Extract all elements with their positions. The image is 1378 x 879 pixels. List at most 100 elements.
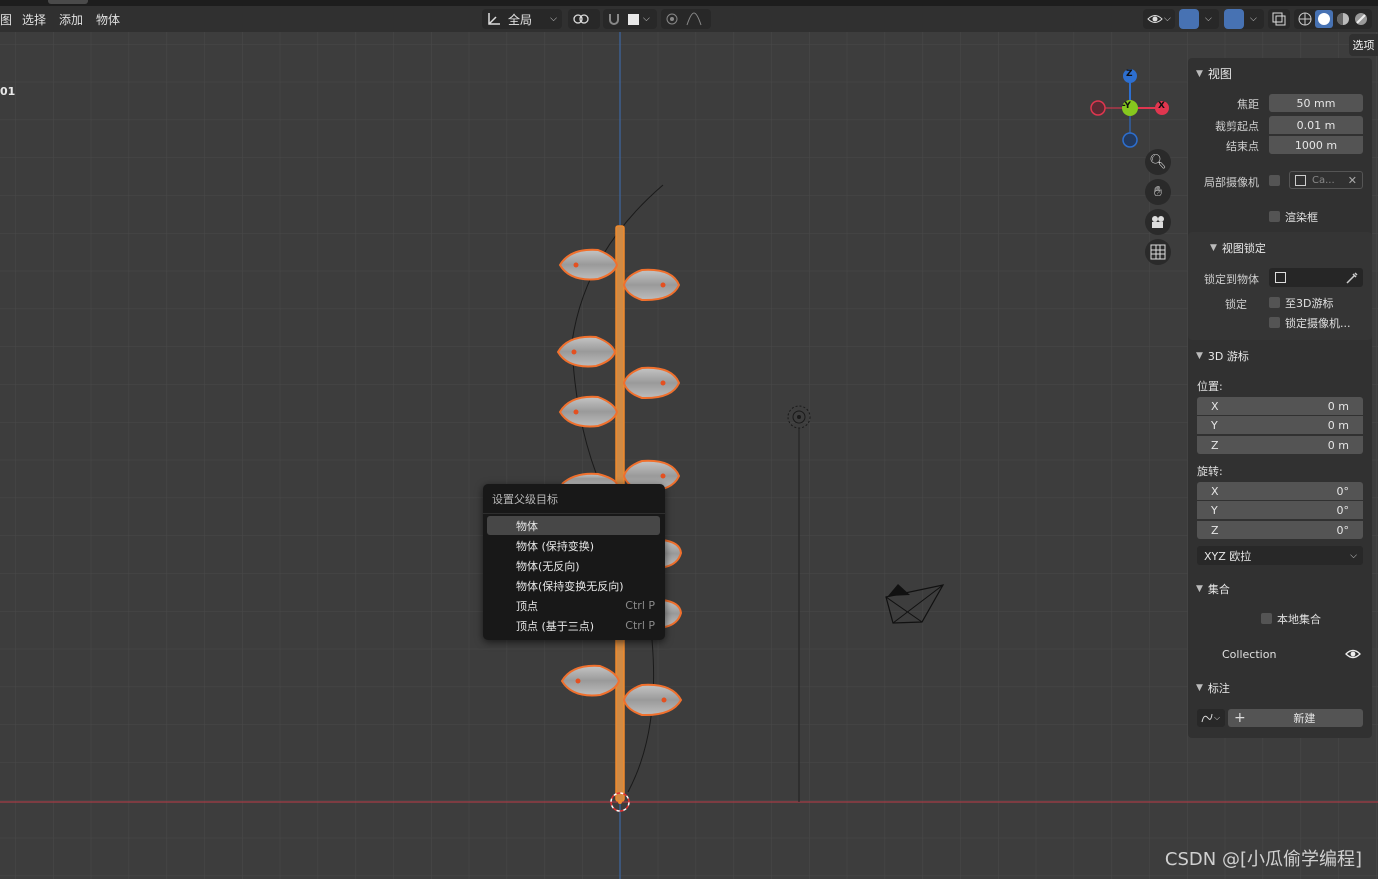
axis-value: 0 m (1327, 418, 1349, 432)
camera-icon (1152, 216, 1164, 228)
solid-shading-icon[interactable] (1315, 10, 1333, 28)
cursor-rotation-x[interactable]: X 0° (1197, 482, 1363, 500)
menu-add[interactable]: 添加 (59, 11, 83, 28)
gizmo-x-label: X (1158, 101, 1165, 111)
pivot-icon (573, 14, 589, 24)
menu-item-object-no-inverse[interactable]: 物体(无反向) (487, 556, 660, 575)
axis-label: Y (1211, 418, 1218, 432)
rendered-shading-icon[interactable] (1353, 11, 1369, 27)
cursor-location-y[interactable]: Y 0 m (1197, 416, 1363, 434)
lock-label: 锁定 (1225, 298, 1247, 311)
menu-item-label: 物体 (保持变换) (516, 539, 595, 553)
panel-annotation-header[interactable]: ▼ 标注 (1196, 680, 1230, 696)
panel-view-lock-header[interactable]: ▼ 视图锁定 (1210, 240, 1266, 256)
material-shading-icon[interactable] (1335, 11, 1351, 27)
menu-item-vertex[interactable]: 顶点 Ctrl P (487, 596, 660, 615)
cursor-rotation-y[interactable]: Y 0° (1197, 501, 1363, 519)
menu-item-object[interactable]: 物体 (487, 516, 660, 535)
viewport-header: 图 选择 添加 物体 全局 ⌵ ⌵ ⌵ ⌵ ⌵ (0, 6, 1378, 32)
transform-orientation-dropdown[interactable]: 全局 ⌵ (482, 9, 562, 29)
gizmo-toggle[interactable]: ⌵ (1179, 9, 1219, 29)
shading-mode-group[interactable] (1294, 9, 1372, 29)
menu-item-object-keep-transform[interactable]: 物体 (保持变换) (487, 536, 660, 555)
xray-toggle[interactable] (1268, 9, 1290, 29)
falloff-curve-icon (686, 12, 702, 26)
snap-target-icon (628, 13, 639, 25)
focal-length-label: 焦距 (1237, 98, 1259, 111)
menu-item-object-keep-transform-no-inverse[interactable]: 物体(保持变换无反向) (487, 576, 660, 595)
menu-item-shortcut: Ctrl P (625, 599, 655, 612)
zoom-icon: 🔍︎ (1149, 154, 1167, 170)
panel-3d-cursor-title: 3D 游标 (1207, 350, 1249, 363)
axis-value: 0 m (1327, 438, 1349, 452)
cursor-location-x[interactable]: X 0 m (1197, 397, 1363, 415)
leaf-right[interactable] (622, 268, 681, 302)
menu-object[interactable]: 物体 (96, 11, 120, 28)
grid-floor (0, 32, 1378, 879)
panel-3d-cursor-header[interactable]: ▼ 3D 游标 (1196, 348, 1249, 364)
ortho-toggle-button[interactable] (1145, 239, 1171, 265)
rotation-mode-dropdown[interactable]: XYZ 欧拉 ⌵ (1197, 546, 1363, 565)
render-region-checkbox[interactable] (1269, 211, 1280, 222)
panel-annotation-title: 标注 (1207, 682, 1230, 695)
overlay-toggle[interactable]: ⌵ (1224, 9, 1264, 29)
menu-select[interactable]: 选择 (22, 11, 46, 28)
sidebar-panel: ▼ 视图 焦距 50 mm 裁剪起点 0.01 m 结束点 1000 m 局部摄像… (1188, 58, 1372, 738)
hand-icon: ✋︎ (1154, 184, 1162, 200)
overlay-icon (1224, 9, 1244, 29)
menu-item-label: 物体 (516, 519, 538, 533)
eyedropper-icon[interactable] (1345, 271, 1359, 285)
local-camera-checkbox[interactable] (1269, 175, 1280, 186)
chevron-down-icon: ⌵ (1164, 14, 1171, 24)
clip-end-field[interactable]: 1000 m (1269, 136, 1363, 154)
orientation-label: 全局 (508, 12, 533, 27)
local-collection-checkbox[interactable] (1261, 613, 1272, 624)
cursor-location-z[interactable]: Z 0 m (1197, 436, 1363, 454)
chevron-down-icon: ▼ (1210, 243, 1217, 253)
render-region-label: 渲染框 (1285, 211, 1318, 224)
panel-view-header[interactable]: ▼ 视图 (1196, 65, 1232, 82)
menu-item-shortcut: Ctrl P (625, 619, 655, 632)
lock-to-cursor-checkbox[interactable] (1269, 297, 1280, 308)
pan-button[interactable]: ✋︎ (1145, 179, 1171, 205)
eye-icon[interactable] (1345, 648, 1361, 660)
panel-collection-header[interactable]: ▼ 集合 (1196, 581, 1230, 597)
collection-name[interactable]: Collection (1222, 648, 1276, 661)
menu-item-vertex-triangle[interactable]: 顶点 (基于三点) Ctrl P (487, 616, 660, 635)
visibility-dropdown[interactable]: ⌵ (1143, 9, 1175, 29)
lock-camera-checkbox[interactable] (1269, 317, 1280, 328)
leaf-right[interactable] (622, 366, 681, 400)
camera-view-button[interactable] (1145, 209, 1171, 235)
local-camera-value: Ca... (1312, 174, 1335, 186)
proportional-edit-group[interactable] (661, 9, 711, 29)
orientation-icon (488, 13, 500, 25)
tab-options[interactable]: 选项 (1349, 34, 1378, 56)
cursor-rotation-label: 旋转: (1197, 465, 1223, 478)
workspace-tab-active[interactable] (48, 0, 88, 4)
wireframe-shading-icon[interactable] (1297, 11, 1313, 27)
pivot-point-dropdown[interactable] (568, 9, 600, 29)
panel-view-lock-title: 视图锁定 (1221, 242, 1266, 255)
menu-view-cut[interactable]: 图 (0, 11, 12, 28)
annotation-stroke-icon (1201, 713, 1213, 723)
annotation-type-dropdown[interactable]: ⌵ (1197, 709, 1225, 727)
axis-value: 0° (1336, 484, 1350, 498)
3d-viewport[interactable]: 01 Z -Y X 🔍︎ ✋︎ (0, 32, 1378, 879)
clip-start-field[interactable]: 0.01 m (1269, 116, 1363, 134)
zoom-button[interactable]: 🔍︎ (1145, 149, 1171, 175)
menu-divider (483, 513, 665, 514)
chevron-down-icon: ⌵ (1205, 14, 1212, 24)
chevron-down-icon: ⌵ (550, 14, 557, 24)
panel-collection-title: 集合 (1207, 583, 1230, 596)
cursor-rotation-z[interactable]: Z 0° (1197, 521, 1363, 539)
focal-length-field[interactable]: 50 mm (1269, 94, 1363, 112)
watermark-text: CSDN @[小瓜偷学编程] (1164, 849, 1362, 870)
snap-toggle-group[interactable]: ⌵ (603, 9, 657, 29)
lock-to-object-field[interactable] (1269, 268, 1363, 287)
viewport-canvas[interactable] (0, 32, 1378, 879)
grid-icon (1150, 244, 1166, 260)
gizmo-z-label: Z (1126, 69, 1133, 79)
local-camera-field[interactable]: Ca... ✕ (1289, 171, 1363, 189)
clear-icon[interactable]: ✕ (1348, 174, 1357, 187)
annotation-new-button[interactable]: + 新建 (1228, 709, 1363, 727)
